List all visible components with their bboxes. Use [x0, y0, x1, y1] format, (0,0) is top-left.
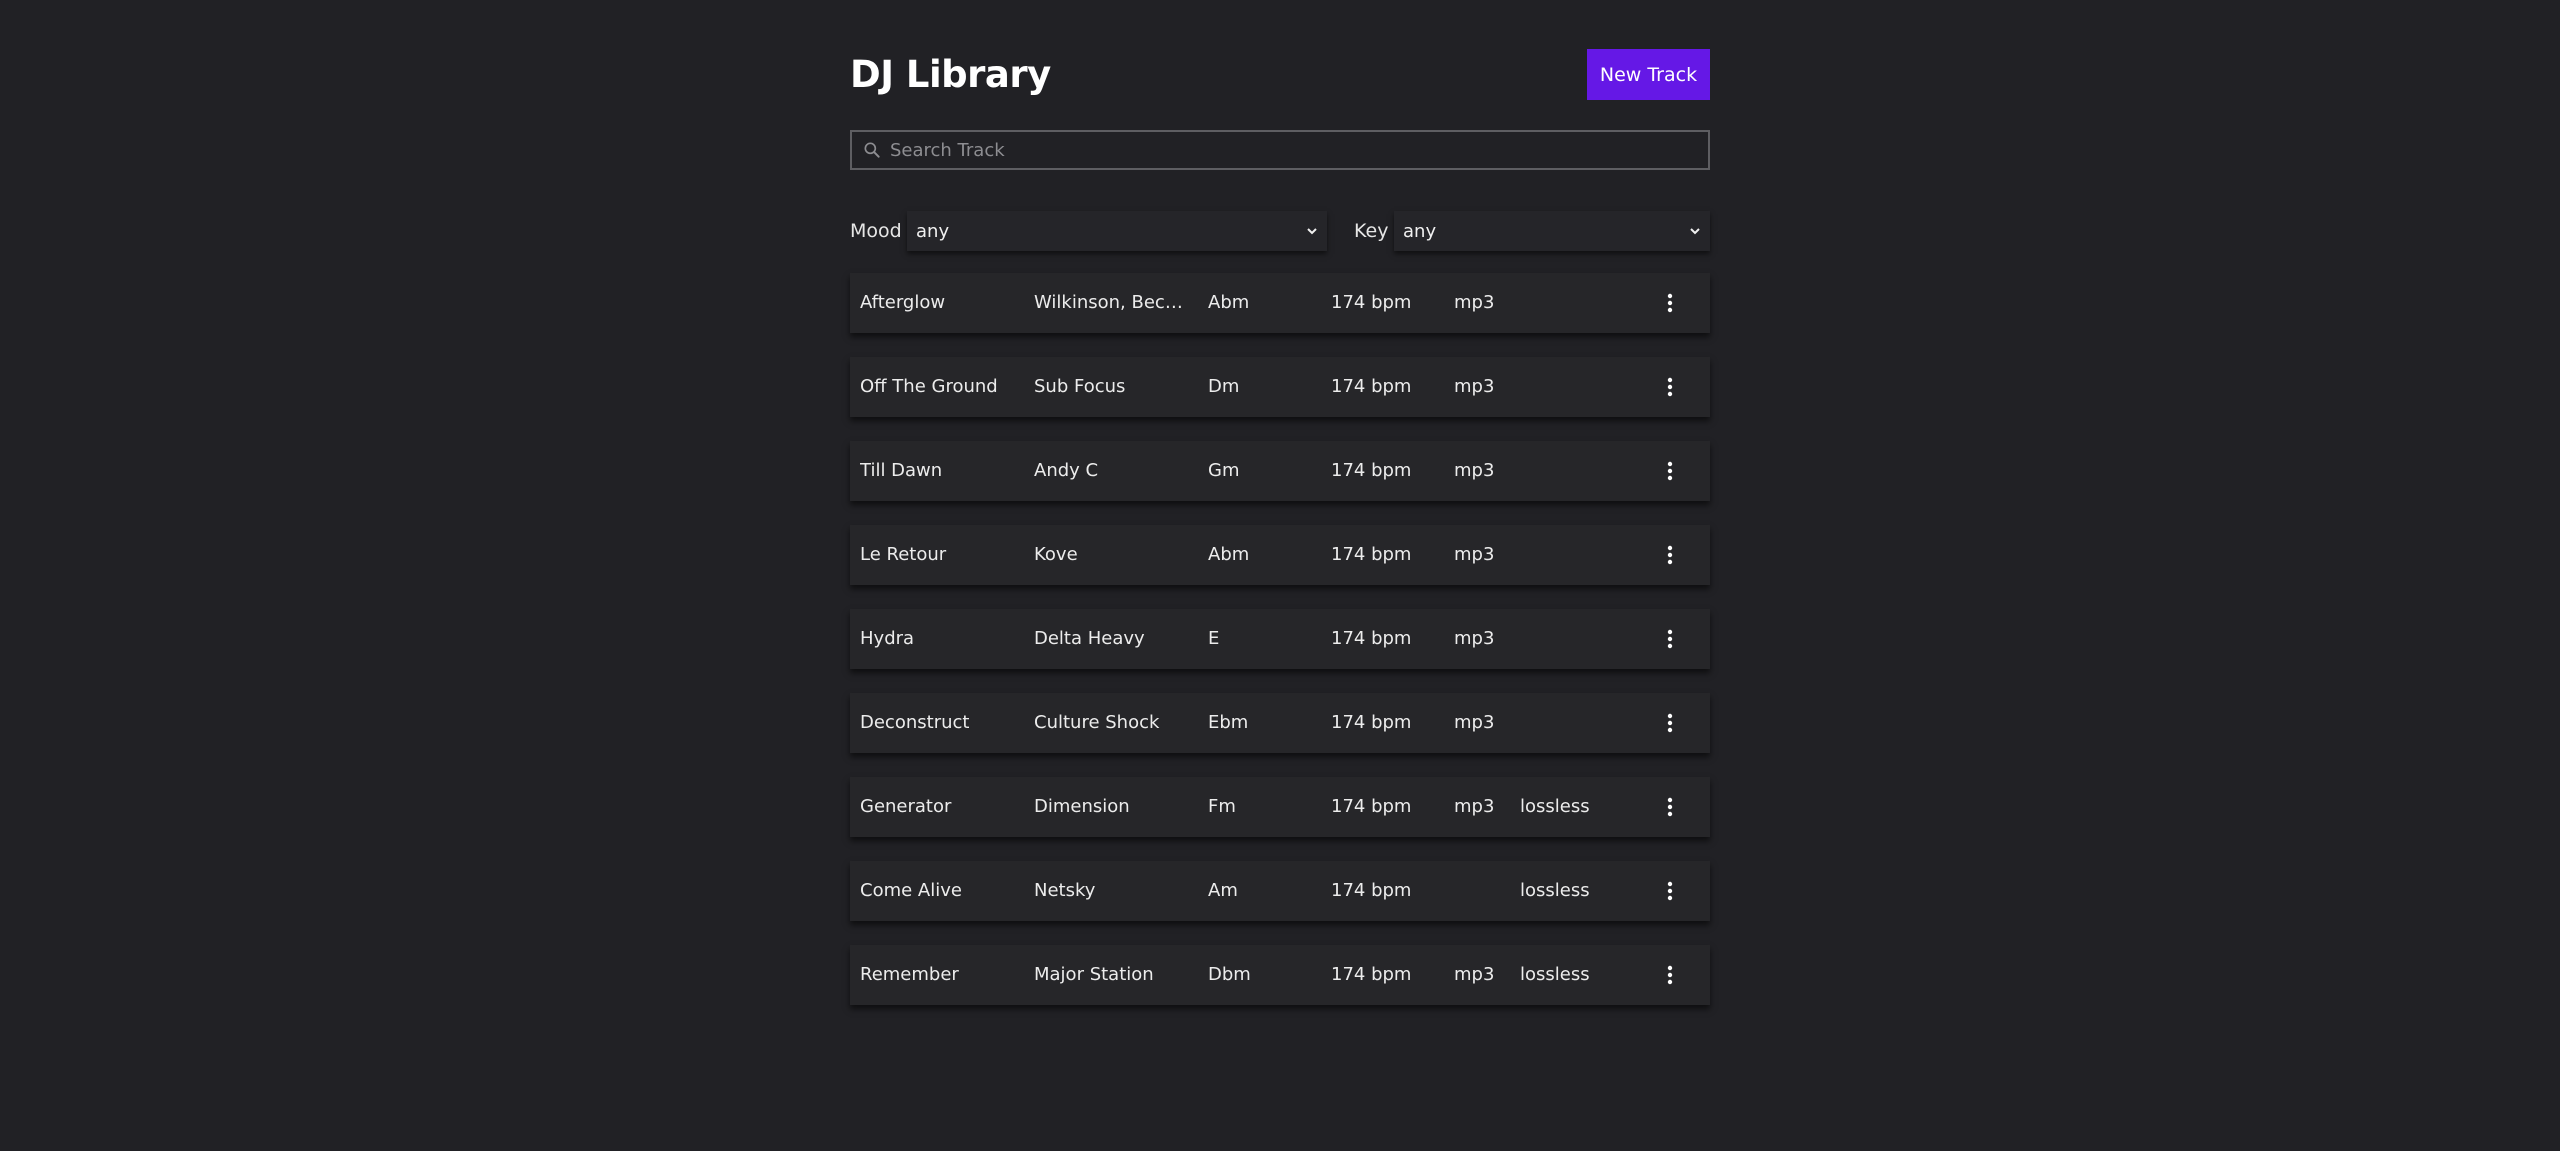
page-title: DJ Library	[850, 53, 1051, 96]
track-title: Off The Ground	[860, 376, 998, 397]
track-title: Generator	[860, 796, 952, 817]
track-format: mp3	[1454, 460, 1495, 481]
search-input[interactable]	[890, 132, 1708, 168]
more-vertical-icon[interactable]	[1664, 709, 1676, 737]
more-vertical-icon[interactable]	[1664, 457, 1676, 485]
track-bpm: 174 bpm	[1331, 712, 1412, 733]
header: DJ Library New Track	[850, 49, 1710, 101]
track-key: Am	[1208, 880, 1238, 901]
track-format: mp3	[1454, 628, 1495, 649]
track-bpm: 174 bpm	[1331, 964, 1412, 985]
chevron-down-icon	[1690, 228, 1700, 235]
track-title: Hydra	[860, 628, 915, 649]
mood-select-value: any	[916, 220, 950, 242]
track-title: Deconstruct	[860, 712, 970, 733]
more-vertical-icon[interactable]	[1664, 541, 1676, 569]
more-vertical-icon[interactable]	[1664, 373, 1676, 401]
track-row[interactable]: Afterglow Wilkinson, Becky Hill Abm 174 …	[850, 273, 1710, 333]
track-key: E	[1208, 628, 1220, 649]
track-row[interactable]: Remember Major Station Dbm 174 bpm mp3 l…	[850, 945, 1710, 1005]
track-row[interactable]: Deconstruct Culture Shock Ebm 174 bpm mp…	[850, 693, 1710, 753]
track-key: Abm	[1208, 292, 1250, 313]
track-artist: Sub Focus	[1034, 376, 1126, 397]
track-format: mp3	[1454, 292, 1495, 313]
track-title: Le Retour	[860, 544, 947, 565]
track-bpm: 174 bpm	[1331, 796, 1412, 817]
track-title: Till Dawn	[860, 460, 943, 481]
more-vertical-icon[interactable]	[1664, 625, 1676, 653]
more-vertical-icon[interactable]	[1664, 877, 1676, 905]
track-artist: Major Station	[1034, 964, 1154, 985]
track-format: mp3	[1454, 964, 1495, 985]
mood-label: Mood	[850, 220, 902, 242]
track-row[interactable]: Le Retour Kove Abm 174 bpm mp3	[850, 525, 1710, 585]
track-artist: Wilkinson, Becky Hill	[1034, 292, 1190, 313]
track-row[interactable]: Till Dawn Andy C Gm 174 bpm mp3	[850, 441, 1710, 501]
track-artist: Kove	[1034, 544, 1078, 565]
track-artist: Culture Shock	[1034, 712, 1160, 733]
track-lossless: lossless	[1520, 880, 1590, 901]
track-bpm: 174 bpm	[1331, 460, 1412, 481]
track-key: Abm	[1208, 544, 1250, 565]
mood-select[interactable]: any	[907, 211, 1327, 251]
track-key: Dm	[1208, 376, 1240, 397]
track-key: Ebm	[1208, 712, 1249, 733]
track-format: mp3	[1454, 712, 1495, 733]
track-artist: Delta Heavy	[1034, 628, 1145, 649]
track-title: Afterglow	[860, 292, 946, 313]
key-label: Key	[1354, 220, 1389, 242]
track-bpm: 174 bpm	[1331, 880, 1412, 901]
track-format: mp3	[1454, 544, 1495, 565]
track-key: Gm	[1208, 460, 1240, 481]
track-bpm: 174 bpm	[1331, 376, 1412, 397]
new-track-button[interactable]: New Track	[1587, 49, 1710, 100]
track-title: Remember	[860, 964, 959, 985]
track-lossless: lossless	[1520, 964, 1590, 985]
search-icon	[864, 142, 880, 158]
track-artist: Dimension	[1034, 796, 1130, 817]
track-artist: Netsky	[1034, 880, 1096, 901]
track-format: mp3	[1454, 376, 1495, 397]
search-bar[interactable]	[850, 130, 1710, 170]
track-title: Come Alive	[860, 880, 962, 901]
key-select-value: any	[1403, 220, 1437, 242]
track-lossless: lossless	[1520, 796, 1590, 817]
track-row[interactable]: Come Alive Netsky Am 174 bpm lossless	[850, 861, 1710, 921]
more-vertical-icon[interactable]	[1664, 289, 1676, 317]
filters: Mood any Key any	[850, 211, 1710, 251]
track-artist: Andy C	[1034, 460, 1099, 481]
track-key: Fm	[1208, 796, 1236, 817]
chevron-down-icon	[1307, 228, 1317, 235]
more-vertical-icon[interactable]	[1664, 793, 1676, 821]
track-bpm: 174 bpm	[1331, 544, 1412, 565]
track-bpm: 174 bpm	[1331, 628, 1412, 649]
track-row[interactable]: Generator Dimension Fm 174 bpm mp3 lossl…	[850, 777, 1710, 837]
track-bpm: 174 bpm	[1331, 292, 1412, 313]
key-select[interactable]: any	[1394, 211, 1710, 251]
track-row[interactable]: Off The Ground Sub Focus Dm 174 bpm mp3	[850, 357, 1710, 417]
track-format: mp3	[1454, 796, 1495, 817]
more-vertical-icon[interactable]	[1664, 961, 1676, 989]
track-key: Dbm	[1208, 964, 1251, 985]
track-row[interactable]: Hydra Delta Heavy E 174 bpm mp3	[850, 609, 1710, 669]
